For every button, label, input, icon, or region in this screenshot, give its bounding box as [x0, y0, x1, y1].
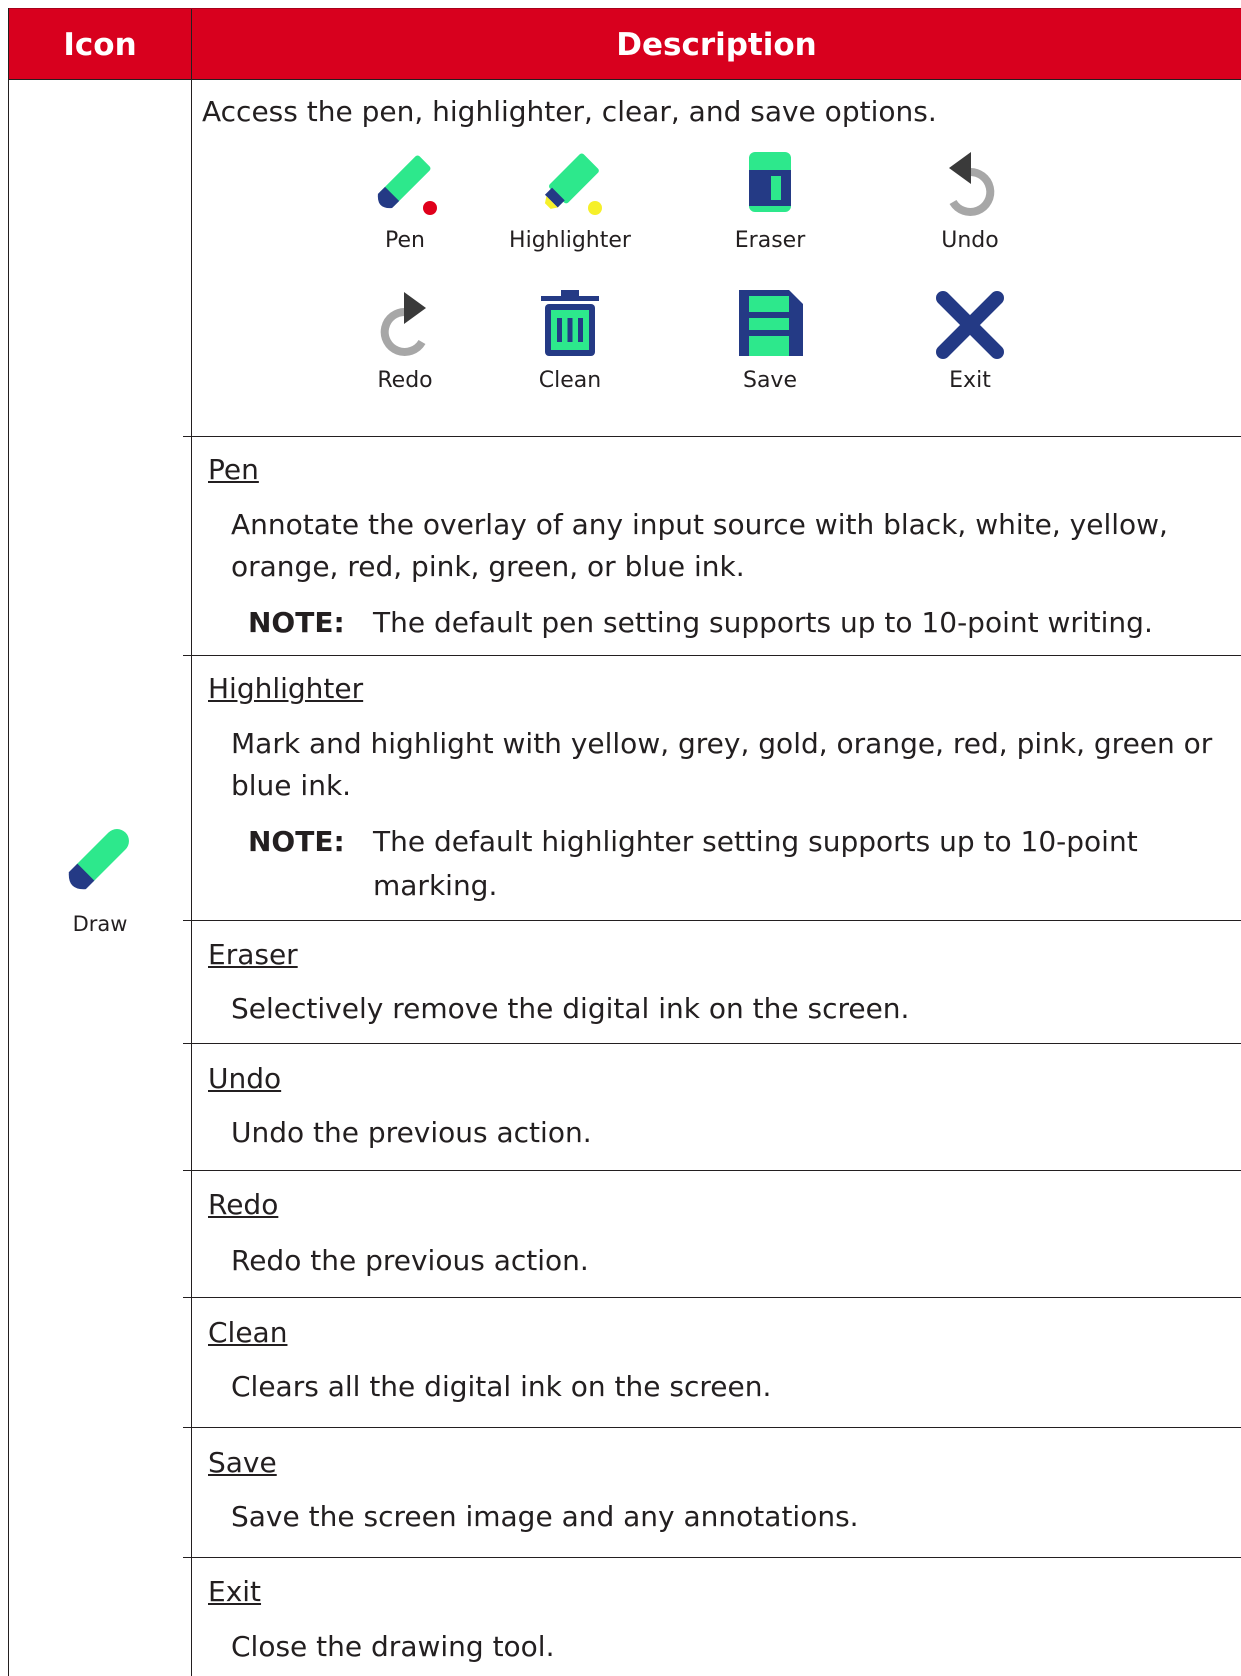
section-title-save: Save [208, 1446, 277, 1479]
row-divider [183, 436, 1241, 437]
undo-icon [949, 152, 995, 216]
tool-label: Pen [385, 228, 425, 253]
section-text-redo: Redo the previous action. [231, 1244, 589, 1277]
row-divider [183, 1170, 1241, 1171]
section-text-exit: Close the drawing tool. [231, 1630, 555, 1663]
row-divider [183, 1297, 1241, 1298]
save-icon [739, 290, 803, 356]
draw-label: Draw [72, 912, 128, 936]
note-label: NOTE: [248, 825, 345, 858]
tool-label: Redo [377, 368, 433, 393]
tool-eraser[interactable]: Eraser [675, 150, 865, 253]
row-divider [183, 920, 1241, 921]
section-title-exit: Exit [208, 1575, 262, 1608]
section-text-clean: Clears all the digital ink on the screen… [231, 1370, 772, 1403]
row-divider [183, 1557, 1241, 1558]
note-text: The default highlighter setting supports… [373, 825, 1138, 902]
trash-icon [541, 290, 599, 356]
tool-label: Undo [941, 228, 999, 253]
tool-pen[interactable]: Pen [310, 150, 500, 253]
eraser-icon [749, 152, 791, 212]
section-text-eraser: Selectively remove the digital ink on th… [231, 992, 910, 1025]
note-label: NOTE: [248, 606, 345, 639]
section-title-pen: Pen [208, 453, 259, 486]
section-title-highlighter: Highlighter [208, 672, 364, 705]
row-divider [183, 1427, 1241, 1428]
section-title-eraser: Eraser [208, 938, 298, 971]
tool-save[interactable]: Save [675, 290, 865, 393]
table-header: Icon Description [9, 8, 1241, 81]
header-description-column: Description [616, 27, 817, 63]
tool-exit[interactable]: Exit [875, 290, 1065, 393]
section-text-highlighter: Mark and highlight with yellow, grey, go… [231, 727, 1213, 802]
tool-label: Save [742, 368, 797, 393]
tool-label: Eraser [734, 228, 806, 253]
close-icon [936, 291, 1004, 359]
note-pen: NOTE: The default pen setting supports u… [248, 601, 1238, 645]
tool-highlighter[interactable]: Highlighter [475, 150, 665, 253]
redo-icon [380, 292, 426, 356]
draw-icon-cell: Draw [9, 818, 191, 936]
tool-grid: Pen Highlighter Eraser Undo Redo Clean S… [310, 150, 1150, 415]
section-text-pen: Annotate the overlay of any input source… [231, 508, 1168, 583]
tool-clean[interactable]: Clean [475, 290, 665, 393]
section-title-clean: Clean [208, 1316, 288, 1349]
note-text: The default pen setting supports up to 1… [373, 606, 1153, 639]
row-divider [183, 1043, 1241, 1044]
tool-label: Highlighter [509, 228, 631, 253]
tool-redo[interactable]: Redo [310, 290, 500, 393]
note-highlighter: NOTE: The default highlighter setting su… [248, 820, 1238, 902]
section-text-undo: Undo the previous action. [231, 1116, 592, 1149]
header-icon-column: Icon [63, 27, 137, 63]
row-divider [183, 655, 1241, 656]
highlighter-icon [544, 153, 602, 215]
pen-icon [68, 829, 129, 890]
intro-text: Access the pen, highlighter, clear, and … [202, 95, 937, 128]
pen-icon [377, 155, 437, 215]
section-title-redo: Redo [208, 1188, 279, 1221]
tool-label: Exit [949, 368, 991, 393]
section-text-save: Save the screen image and any annotation… [231, 1500, 859, 1533]
tool-undo[interactable]: Undo [875, 150, 1065, 253]
section-title-undo: Undo [208, 1062, 282, 1095]
column-divider [191, 80, 192, 1676]
tool-label: Clean [538, 368, 602, 393]
